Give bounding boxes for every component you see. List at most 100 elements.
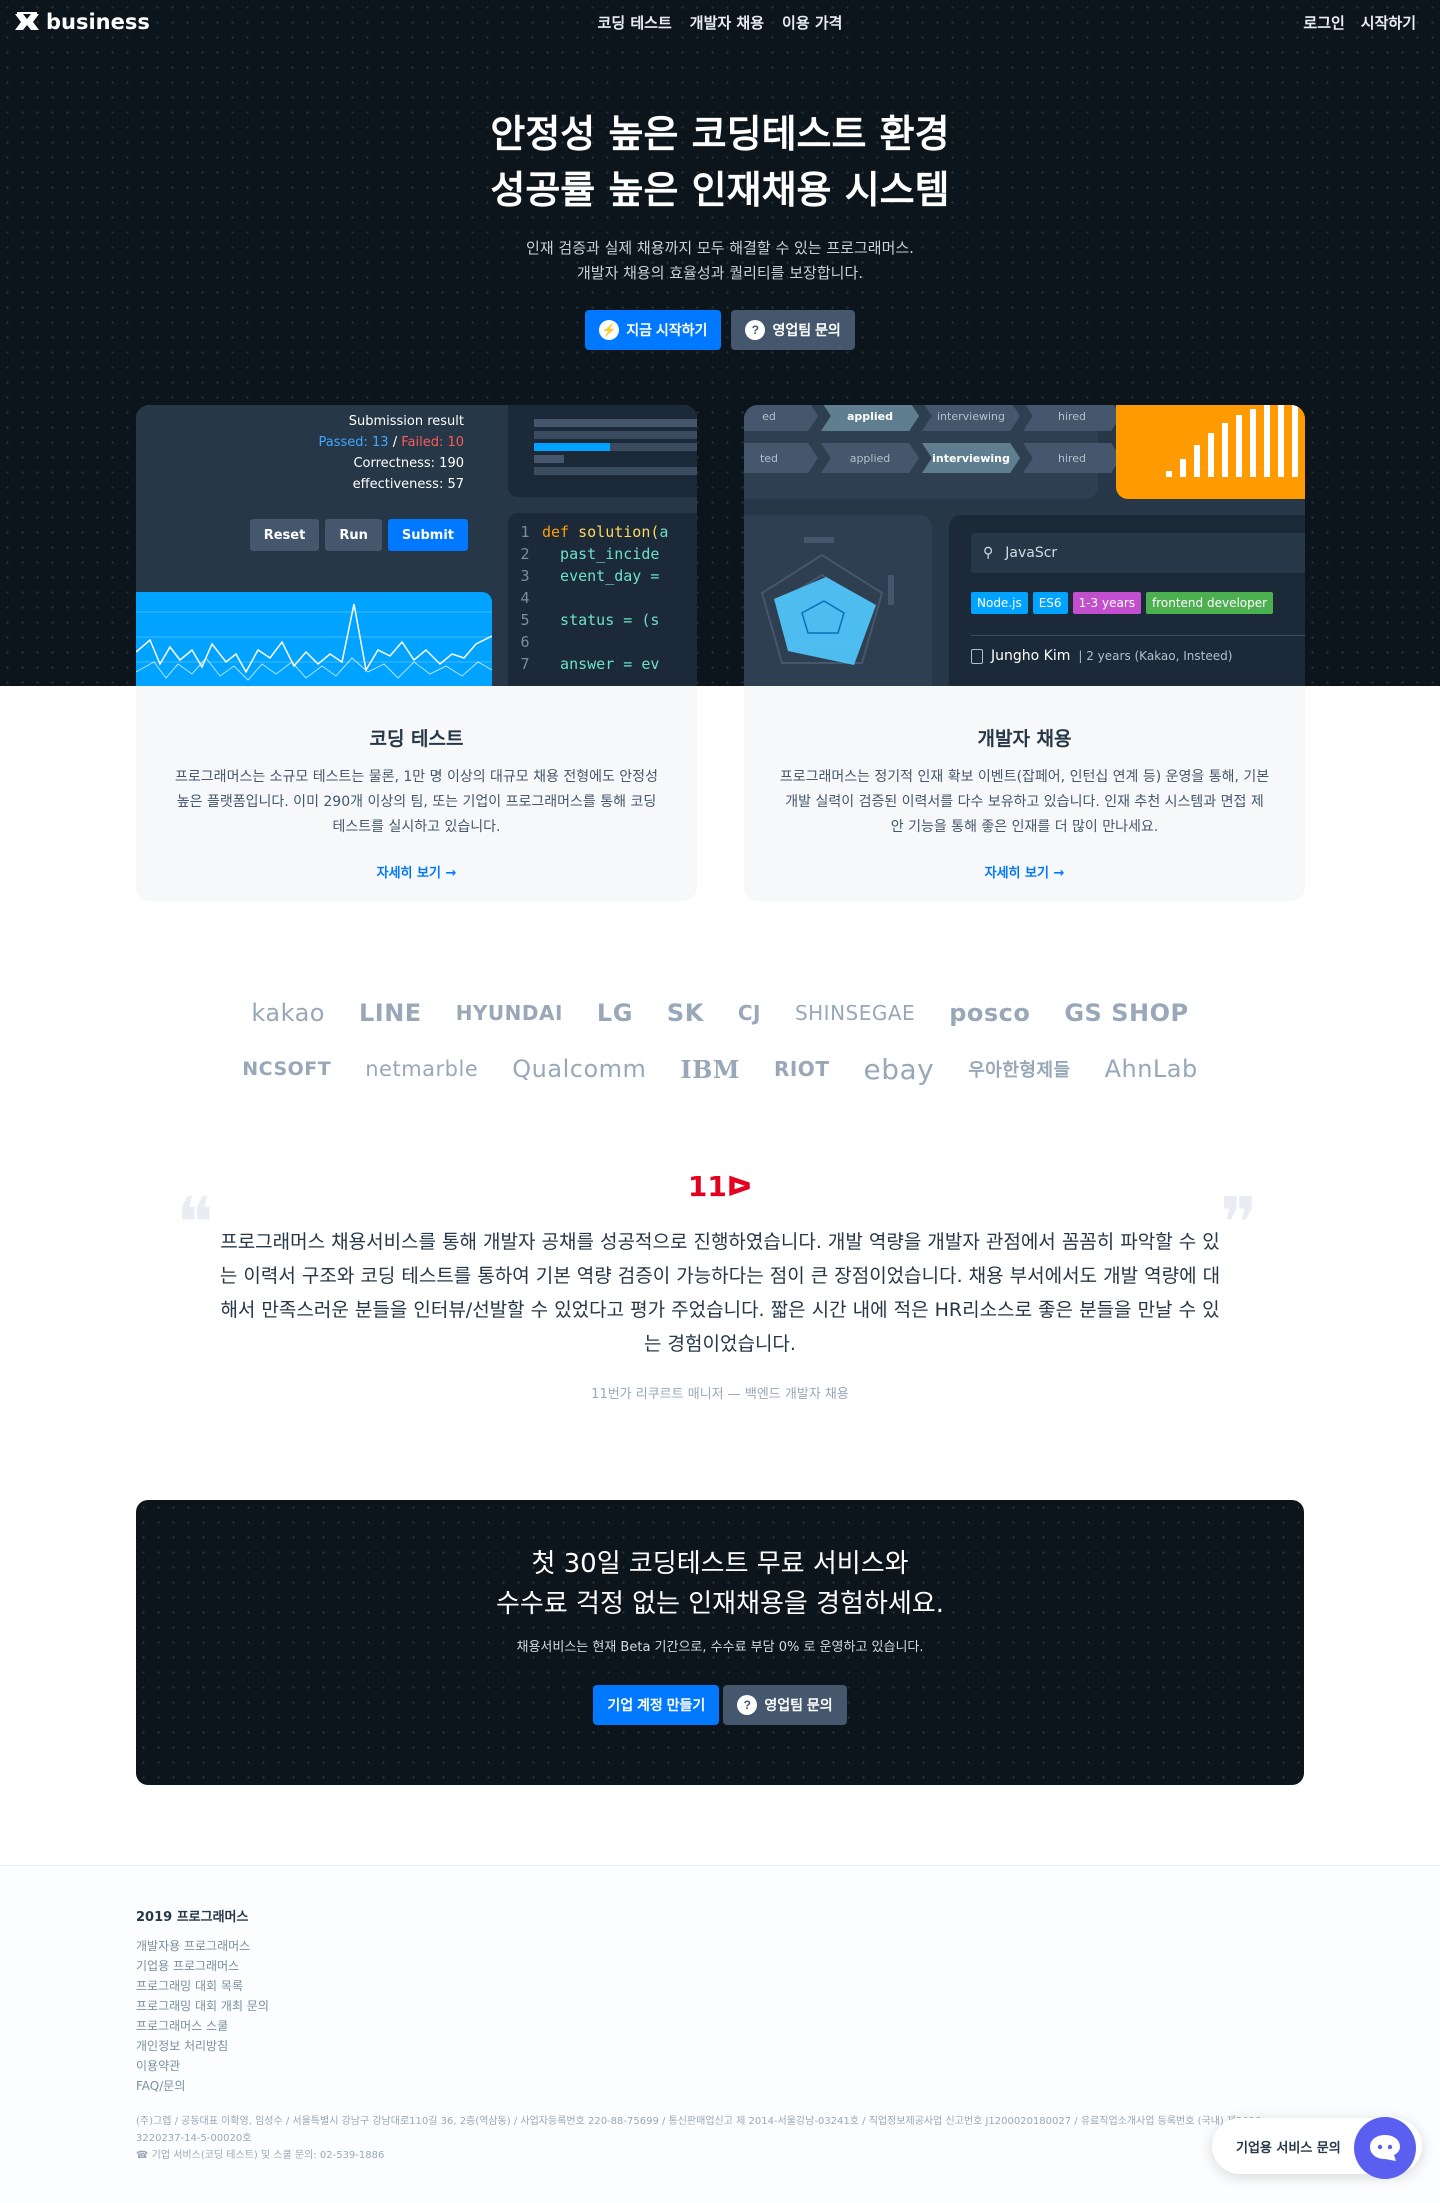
logo-kakao: kakao (251, 999, 325, 1027)
coding-test-card: Submission result Passed: 13 / Failed: 1… (136, 405, 697, 901)
footer-link[interactable]: 이용약관 (136, 2056, 269, 2076)
cta-banner: 첫 30일 코딩테스트 무료 서비스와 수수료 걱정 없는 인재채용을 경험하세… (136, 1500, 1304, 1785)
footer-link[interactable]: 프로그래밍 대회 목록 (136, 1976, 269, 1996)
logo-shinsegae: SHINSEGAE (794, 1001, 916, 1025)
coding-test-title: 코딩 테스트 (369, 728, 464, 750)
submit-button[interactable]: Submit (387, 519, 468, 551)
login-link[interactable]: 로그인 (1303, 12, 1344, 33)
start-link[interactable]: 시작하기 (1361, 12, 1416, 33)
logo-sk: SK (666, 999, 704, 1027)
candidate-search-panel: ⚲ JavaScr Node.js ES6 1-3 years frontend… (949, 515, 1305, 686)
logo-qualcomm: Qualcomm (512, 1055, 647, 1083)
logo-ebay: ebay (863, 1052, 935, 1086)
footer-link[interactable]: FAQ/문의 (136, 2076, 269, 2096)
chat-bubble-icon (1370, 2135, 1400, 2161)
tag-es6[interactable]: ES6 (1032, 592, 1068, 614)
stats-bars-panel (1116, 405, 1305, 499)
logo-line: LINE (358, 999, 422, 1027)
candidate-name: Jungho Kim (991, 648, 1071, 664)
chat-open-button[interactable] (1354, 2117, 1416, 2179)
logo-ncsoft: NCSOFT (242, 1058, 332, 1080)
logo-lg: LG (596, 999, 633, 1027)
run-button[interactable]: Run (325, 519, 382, 551)
footer-link[interactable]: 개발자용 프로그래머스 (136, 1936, 269, 1956)
logo-netmarble: netmarble (365, 1057, 479, 1081)
logo-woowa: 우아한형제들 (968, 1060, 1071, 1081)
stage-item: interviewing (922, 443, 1020, 473)
brand-name: business (46, 10, 150, 34)
submission-result: Submission result Passed: 13 / Failed: 1… (318, 414, 464, 492)
footer-link[interactable]: 프로그래머스 스쿨 (136, 2016, 269, 2036)
search-icon: ⚲ (983, 545, 994, 561)
footer-link[interactable]: 프로그래밍 대회 개최 문의 (136, 1996, 269, 2016)
logo-ahnlab: AhnLab (1104, 1055, 1198, 1083)
nav-dev-hiring[interactable]: 개발자 채용 (690, 12, 764, 33)
stage-item: applied (821, 443, 919, 473)
programmers-logo-icon (15, 12, 39, 30)
brand-logo[interactable]: business (14, 10, 150, 34)
stage-item: hired (1023, 443, 1121, 473)
coding-test-more-link[interactable]: 자세히 보기 → (377, 862, 457, 881)
client-logos: kakao LINE HYUNDAI LG SK CJ SHINSEGAE po… (0, 985, 1440, 1097)
progress-bars-panel (508, 405, 697, 497)
tag-nodejs[interactable]: Node.js (971, 592, 1028, 614)
stage-item: applied (821, 405, 919, 431)
footer-links: 개발자용 프로그래머스 기업용 프로그래머스 프로그래밍 대회 목록 프로그래밍… (136, 1936, 269, 2096)
testimonial-section: 11ᐅ 프로그래머스 채용서비스를 통해 개발자 공채를 성공적으로 진행하였습… (0, 1170, 1440, 1402)
logo-cj: CJ (737, 1001, 761, 1025)
skill-radar-chart (760, 537, 894, 665)
company-logo-11st: 11ᐅ (687, 1170, 753, 1203)
company-info: (주)그렙 / 공동대표 이확영, 임성수 / 서울특별시 강남구 강남대로11… (136, 2116, 1266, 2161)
stage-item: interviewing (922, 405, 1020, 431)
logo-ibm: IBM (680, 1054, 740, 1084)
candidate-meta: | 2 years (Kakao, Insteed) (1078, 649, 1233, 663)
dev-hiring-more-link[interactable]: 자세히 보기 → (985, 862, 1065, 881)
footer-link[interactable]: 개인정보 처리방침 (136, 2036, 269, 2056)
dev-hiring-visual: ed applied interviewing hired ted applie… (744, 405, 1305, 686)
nav-coding-test[interactable]: 코딩 테스트 (598, 12, 672, 33)
dev-hiring-desc: 프로그래머스는 정기적 인재 확보 이벤트(잡페어, 인턴십 연계 등) 운영을… (779, 769, 1270, 835)
lightning-icon: ⚡ (599, 320, 620, 340)
tag-experience[interactable]: 1-3 years (1072, 592, 1141, 614)
coding-test-desc: 프로그래머스는 소규모 테스트는 물론, 1만 명 이상의 대규모 채용 전형에… (175, 769, 658, 835)
logo-riot: RIOT (773, 1057, 830, 1081)
question-icon: ? (737, 1695, 758, 1715)
cta-subtitle: 채용서비스는 현재 Beta 기간으로, 수수료 부담 0% 로 운영하고 있습… (516, 1640, 924, 1655)
cta-sales-contact-button[interactable]: ? 영업팀 문의 (723, 1685, 847, 1725)
footer-title: 2019 프로그래머스 (136, 1910, 249, 1925)
pipeline-stages: ed applied interviewing hired ted applie… (744, 405, 1121, 499)
logo-gsshop: GS SHOP (1064, 999, 1189, 1027)
hero-title: 안정성 높은 코딩테스트 환경 성공률 높은 인재채용 시스템 (490, 112, 950, 212)
testimonial-quote: 프로그래머스 채용서비스를 통해 개발자 공채를 성공적으로 진행하였습니다. … (219, 1231, 1221, 1355)
testimonial-author: 11번가 리쿠르트 매니저 — 백엔드 개발자 채용 (591, 1387, 849, 1402)
reset-button[interactable]: Reset (249, 519, 320, 551)
stage-item: ed (744, 405, 818, 431)
candidate-row[interactable]: Jungho Kim | 2 years (Kakao, Insteed) (971, 635, 1305, 664)
filter-tags: Node.js ES6 1-3 years frontend developer (971, 592, 1274, 614)
sales-contact-button[interactable]: ? 영업팀 문의 (731, 310, 855, 350)
stats-bars (1166, 405, 1298, 477)
code-editor[interactable]: 1 def solution(a 2 past_incide 3 event_da… (508, 513, 697, 686)
stage-item: hired (1023, 405, 1121, 431)
create-business-account-button[interactable]: 기업 계정 만들기 (593, 1685, 720, 1725)
footer-link[interactable]: 기업용 프로그래머스 (136, 1956, 269, 1976)
nav-pricing[interactable]: 이용 가격 (782, 12, 842, 33)
progress-bars (534, 419, 697, 475)
cta-title: 첫 30일 코딩테스트 무료 서비스와 수수료 걱정 없는 인재채용을 경험하세… (496, 1549, 944, 1619)
coding-test-visual: Submission result Passed: 13 / Failed: 1… (136, 405, 697, 686)
line-chart (136, 603, 492, 681)
candidate-search-input[interactable]: ⚲ JavaScr (971, 533, 1305, 573)
tag-role[interactable]: frontend developer (1146, 592, 1274, 614)
dev-hiring-title: 개발자 채용 (977, 728, 1072, 750)
stage-item: ted (744, 443, 818, 473)
question-icon: ? (745, 320, 766, 340)
logo-posco: posco (949, 999, 1031, 1027)
start-now-button[interactable]: ⚡ 지금 시작하기 (585, 310, 722, 350)
hero-subtitle: 인재 검증과 실제 채용까지 모두 해결할 수 있는 프로그래머스. 개발자 채… (526, 239, 914, 282)
performance-chart-panel (136, 592, 492, 686)
skill-radar-panel (744, 515, 932, 686)
logo-hyundai: HYUNDAI (455, 1001, 563, 1025)
submission-panel: Submission result Passed: 13 / Failed: 1… (136, 405, 492, 575)
dev-hiring-card: ed applied interviewing hired ted applie… (744, 405, 1305, 901)
resume-icon (971, 648, 983, 664)
